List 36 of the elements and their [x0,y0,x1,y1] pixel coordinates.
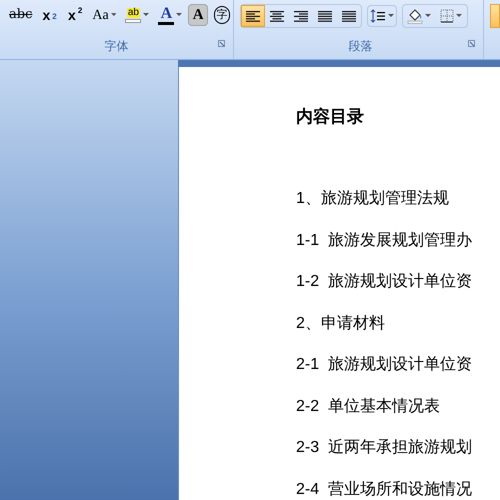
dialog-launcher-icon[interactable] [468,40,476,47]
character-shading-button[interactable]: A [188,4,208,26]
line-spacing-icon [370,9,386,23]
superscript-button[interactable]: x$^{2}$ [64,4,86,26]
dropdown-arrow-icon [456,14,462,18]
borders-icon [440,9,454,23]
highlight-button[interactable]: ab [122,4,152,26]
toc-entry: 2-4 营业场所和设施情况 [296,480,472,500]
toc-entry: 1、旅游规划管理法规 [296,188,449,209]
font-color-button[interactable]: A [155,4,186,26]
dropdown-arrow-icon [425,14,431,18]
dropdown-arrow-icon [110,13,116,17]
dropdown-arrow-icon [143,13,150,17]
align-button[interactable] [241,5,265,27]
right-align-icon [293,9,309,23]
toc-entry: 1-1 旅游发展规划管理办 [296,230,472,250]
enclose-characters-button[interactable]: 字 [211,4,233,26]
dropdown-arrow-icon [176,13,182,17]
toc-entry: 2、申请材料 [296,314,385,334]
toc-entry: 2-3 近两年承担旅游规划 [296,438,472,458]
strikethrough-button[interactable]: abc [6,4,36,26]
toc-entry: 2-2 单位基本情况表 [296,396,440,416]
group-label: 字体 [104,38,128,55]
paint-bucket-icon [407,8,423,24]
group-label: 段落 [348,38,373,55]
left-align-icon [245,9,261,23]
toc-entry: 1-2 旅游规划设计单位资 [296,272,472,292]
dialog-launcher-icon[interactable] [218,40,225,47]
line-spacing-button[interactable] [367,5,397,27]
dropdown-arrow-icon [388,14,394,18]
center-align-icon [269,9,285,23]
distributed-align-icon [341,9,357,23]
document-title: 内容目录 [296,106,365,128]
justify-align-icon [317,9,333,23]
change-case-button[interactable]: Aa [89,4,120,26]
toc-entry: 2-1 旅游规划设计单位资 [296,354,472,375]
